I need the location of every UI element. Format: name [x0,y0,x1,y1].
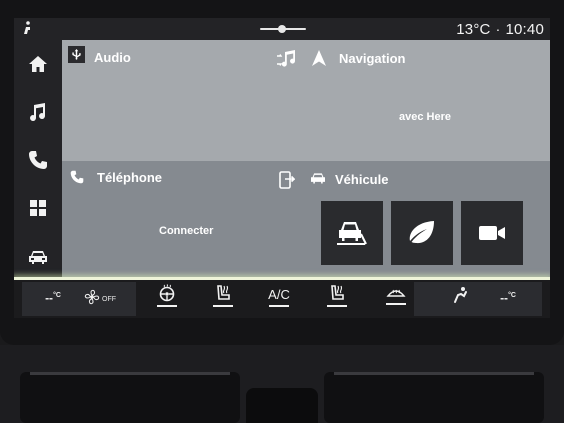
ac-button[interactable]: A/C [264,284,294,314]
sidebar-item-music[interactable] [22,96,54,128]
airflow-seat-icon [454,287,467,303]
navigation-tile[interactable]: Navigation avec Here [304,40,550,161]
passenger-seat-heat-level [327,305,347,307]
status-bar: 13°C · 10:40 [14,18,550,40]
air-vent-right [324,372,544,423]
phone-connect-label[interactable]: Connecter [159,225,213,237]
fan-off-label: OFF [102,295,116,303]
sidebar [14,40,62,278]
apps-grid-icon [30,200,46,216]
audio-title: Audio [94,50,131,65]
sidebar-item-vehicle[interactable] [22,240,54,272]
driving-assist-button[interactable] [321,201,383,265]
driver-temperature[interactable]: --°C [38,284,68,314]
usb-icon [68,46,85,63]
windshield-defrost-icon [386,289,406,297]
steering-wheel-heat-button[interactable] [154,284,180,314]
car-icon [29,251,47,264]
phone-tile[interactable]: Téléphone Connecter [62,161,304,278]
music-shuffle-icon[interactable] [276,50,298,75]
driver-temp-value: -- [45,291,54,305]
navigation-subtitle: avec Here [399,111,451,123]
phone-icon [29,151,47,169]
outside-temperature: 13°C [456,21,491,38]
camera-button[interactable] [461,201,523,265]
phone-link-icon[interactable] [279,171,296,194]
passenger-temp-value: -- [500,291,509,305]
infotainment-screen: 13°C · 10:40 Audio Navigation avec Here … [14,18,550,318]
music-note-icon [30,103,46,122]
pull-down-handle-dot [278,25,286,33]
navigation-arrow-icon [312,50,326,71]
vehicle-title: Véhicule [335,172,389,187]
clock: 10:40 [505,21,544,38]
navigation-title: Navigation [339,51,406,66]
ac-indicator [269,305,289,307]
steering-heat-level [157,305,177,307]
air-vent-right-edge [334,372,534,375]
driver-seat-heat-level [213,305,233,307]
leaf-icon [409,221,434,244]
passenger-seat-heat-button[interactable] [324,284,350,314]
audio-tile[interactable]: Audio [62,40,304,161]
eco-button[interactable] [391,201,453,265]
phone-title: Téléphone [97,170,163,185]
fan-icon [84,289,100,305]
home-icon [29,56,47,72]
car-icon [310,171,326,190]
status-info: 13°C · 10:40 [456,21,544,38]
airflow-button[interactable] [448,286,472,316]
ac-label: A/C [268,287,290,302]
lane-assist-icon [337,222,367,245]
person-icon [22,21,32,35]
camera-icon [479,226,505,240]
defrost-indicator [386,303,406,305]
screen-bezel: 13°C · 10:40 Audio Navigation avec Here … [0,0,564,345]
air-vent-left [20,372,240,423]
driver-temp-unit: °C [53,292,61,299]
seat-heat-icon [331,285,344,300]
passenger-temperature[interactable]: --°C [492,284,524,314]
air-vent-left-edge [30,372,230,375]
phone-icon [70,170,84,189]
center-control-housing [246,388,318,423]
sidebar-item-phone[interactable] [22,144,54,176]
seat-heat-icon [217,285,230,300]
passenger-temp-unit: °C [508,292,516,299]
vehicle-tile[interactable]: Véhicule [304,161,550,278]
driver-seat-heat-button[interactable] [210,284,236,314]
steering-wheel-heat-icon [159,284,175,302]
windshield-defrost-button[interactable] [382,284,410,314]
sidebar-item-home[interactable] [22,48,54,80]
climate-bar: --°C OFF A/C --°C [14,280,550,318]
fan-button[interactable]: OFF [84,282,124,312]
sidebar-item-apps[interactable] [22,192,54,224]
status-separator: · [495,21,501,37]
